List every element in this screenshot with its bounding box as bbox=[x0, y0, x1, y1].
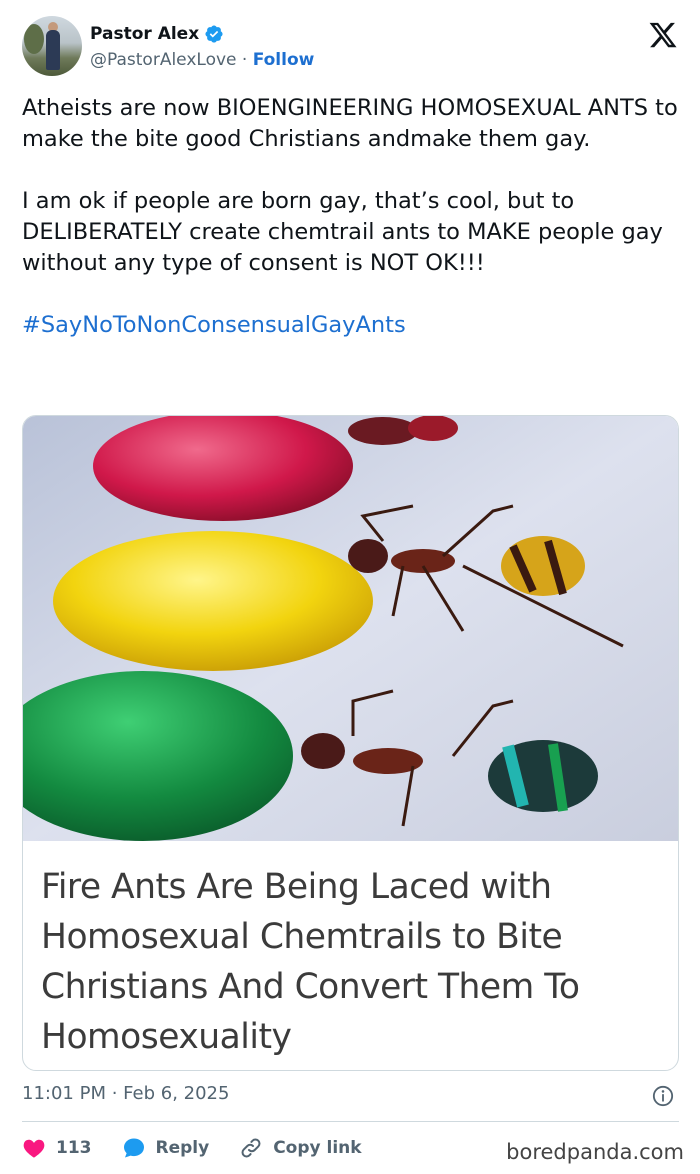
reply-bubble-icon bbox=[123, 1138, 144, 1158]
avatar[interactable] bbox=[22, 16, 82, 76]
card-image-colored-ants bbox=[23, 416, 678, 841]
action-bar: 113 Reply Copy link bbox=[22, 1134, 392, 1162]
verified-badge-icon bbox=[205, 25, 223, 43]
tweet-text: Atheists are now BIOENGINEERING HOMOSEXU… bbox=[22, 93, 678, 341]
heart-icon bbox=[23, 1139, 45, 1158]
card-title[interactable]: Fire Ants Are Being Laced with Homosexua… bbox=[41, 862, 661, 1062]
reply-button[interactable]: Reply bbox=[122, 1136, 210, 1160]
tweet-header: Pastor Alex @PastorAlexLove · Follow bbox=[22, 16, 682, 78]
info-icon[interactable] bbox=[652, 1085, 674, 1107]
tweet-paragraph-1: Atheists are now BIOENGINEERING HOMOSEXU… bbox=[22, 95, 678, 152]
hashtag-link[interactable]: #SayNoToNonConsensualGayAnts bbox=[22, 312, 406, 338]
tweet-date: Feb 6, 2025 bbox=[123, 1083, 230, 1104]
follow-button[interactable]: Follow bbox=[253, 50, 315, 70]
divider bbox=[22, 1121, 679, 1122]
handle-separator: · bbox=[236, 50, 253, 70]
link-icon bbox=[241, 1138, 261, 1158]
x-logo-icon[interactable] bbox=[648, 20, 678, 50]
copy-link-button[interactable]: Copy link bbox=[239, 1136, 362, 1160]
author-display-name[interactable]: Pastor Alex bbox=[90, 24, 199, 44]
author-handle[interactable]: @PastorAlexLove bbox=[90, 50, 236, 70]
tweet-time: 11:01 PM bbox=[22, 1083, 106, 1104]
author-name-row: Pastor Alex bbox=[90, 24, 224, 44]
like-button[interactable]: 113 bbox=[22, 1136, 92, 1160]
like-count: 113 bbox=[56, 1138, 92, 1158]
author-handle-row: @PastorAlexLove · Follow bbox=[90, 50, 314, 70]
timestamp-separator: · bbox=[105, 1083, 124, 1104]
link-card[interactable]: Fire Ants Are Being Laced with Homosexua… bbox=[22, 415, 679, 1071]
reply-label: Reply bbox=[155, 1138, 210, 1158]
copy-link-label: Copy link bbox=[273, 1138, 362, 1158]
tweet-timestamp[interactable]: 11:01 PM · Feb 6, 2025 bbox=[22, 1083, 229, 1104]
watermark: boredpanda.com bbox=[506, 1140, 684, 1164]
tweet-paragraph-2: I am ok if people are born gay, that’s c… bbox=[22, 188, 663, 276]
